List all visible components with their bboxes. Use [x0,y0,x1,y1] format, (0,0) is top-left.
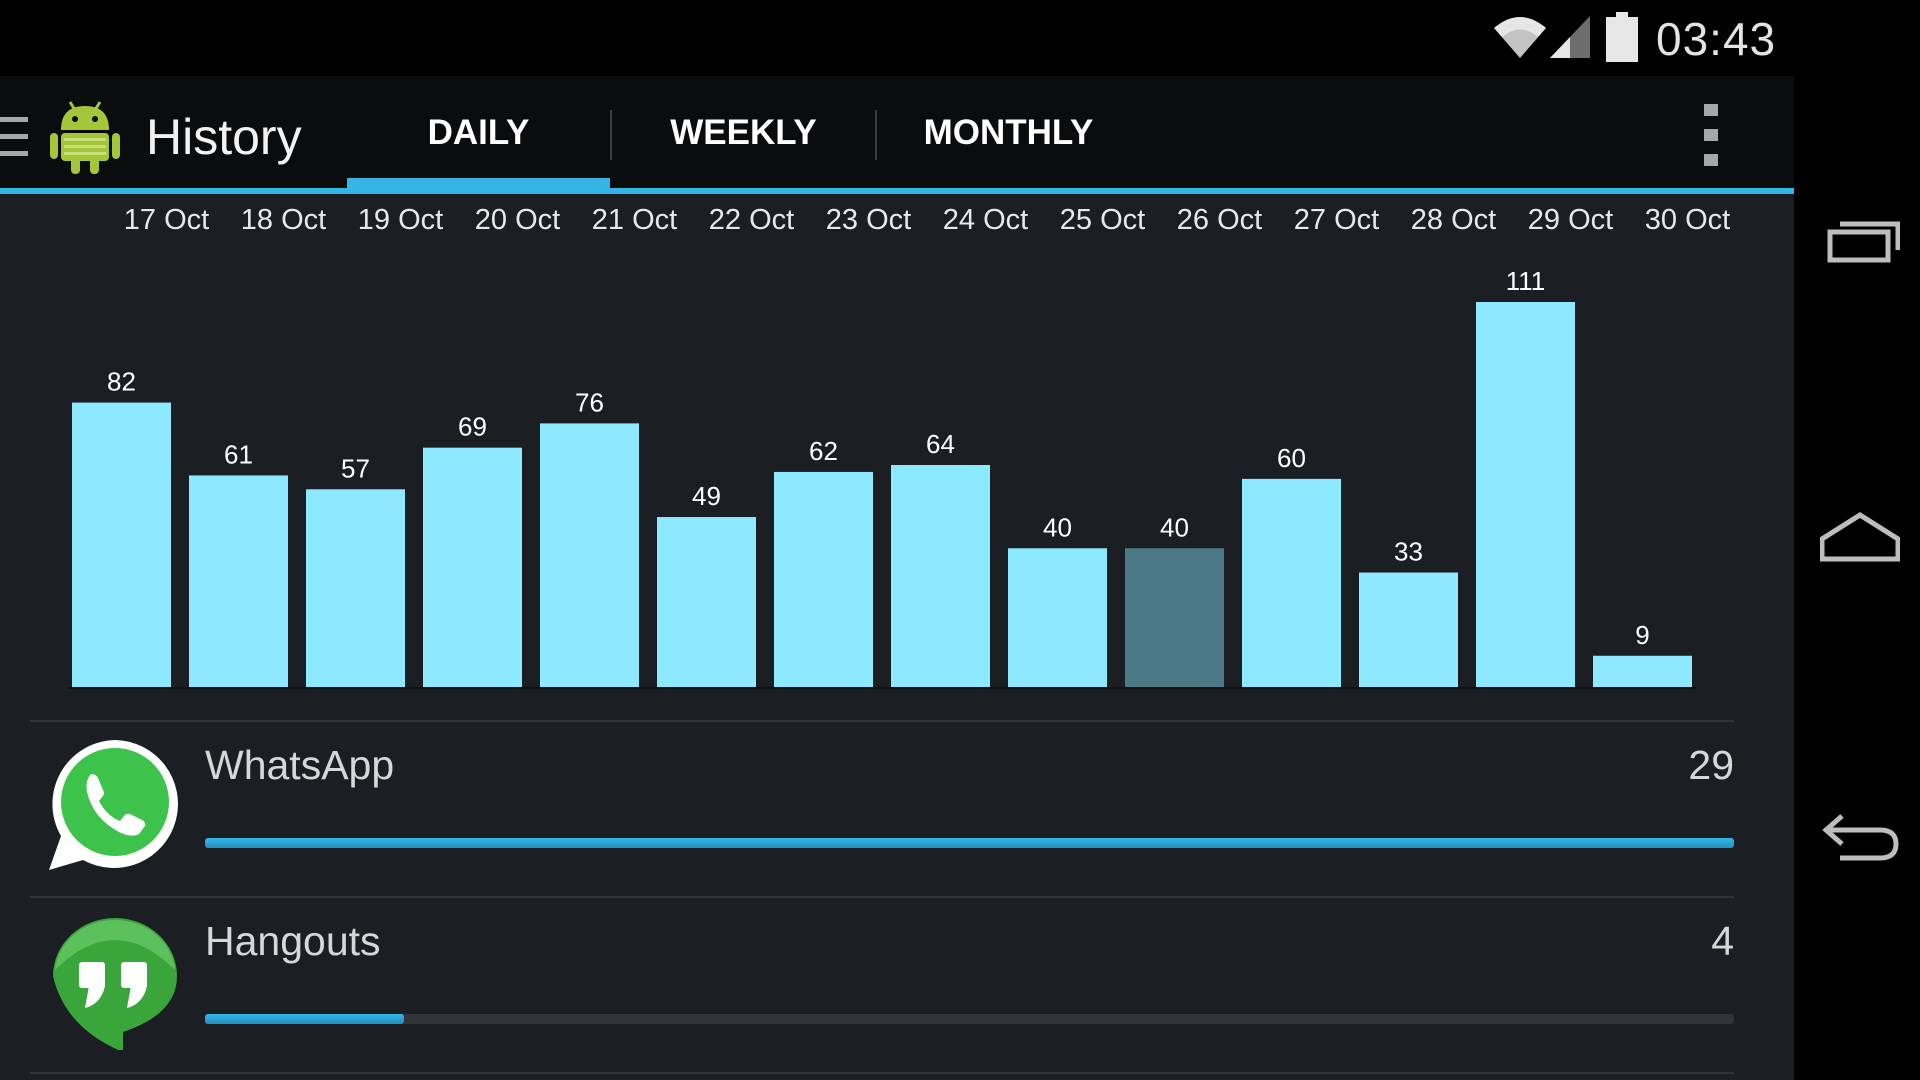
bar-value-label: 111 [1506,266,1546,296]
chart-bar[interactable] [891,465,990,687]
list-divider [30,1072,1734,1074]
app-window: 03:43 History DAILY WEEKLY MONTHLY 17 Oc… [0,0,1794,1080]
tab-weekly[interactable]: WEEKLY [612,78,875,188]
navigation-bar [1794,0,1920,1080]
chart-bar[interactable] [774,471,873,687]
whatsapp-icon [49,740,178,870]
chart-bar[interactable] [189,475,288,687]
bar-value-label: 33 [1394,537,1423,567]
bar-value-label: 49 [692,481,721,511]
bar-value-label: 40 [1043,512,1072,542]
action-bar-underline [0,188,1794,194]
status-bar: 03:43 [0,0,1794,76]
date-label: 21 Oct [592,204,677,236]
status-clock: 03:43 [1656,13,1777,65]
date-label: 27 Oct [1294,204,1379,236]
home-icon[interactable] [1820,505,1900,565]
app-name: WhatsApp [205,742,395,788]
daily-bar-chart: 17 Oct 18 Oct 19 Oct 20 Oct 21 Oct 22 Oct 23 O… [68,204,1730,689]
usage-progress-fill [205,1014,404,1024]
bar-value-label: 76 [575,387,604,417]
tab-monthly[interactable]: MONTHLY [877,78,1140,188]
bar-value-label: 60 [1277,443,1306,473]
tab-daily[interactable]: DAILY [347,78,610,188]
drawer-icon[interactable] [0,115,30,159]
date-label: 20 Oct [475,204,560,236]
date-label: 29 Oct [1528,204,1613,236]
chart-bar[interactable] [1008,548,1107,687]
bar-value-label: 40 [1160,512,1189,542]
bar-value-label: 69 [458,412,487,442]
chart-bar[interactable] [540,423,639,687]
app-count: 4 [1711,918,1734,964]
bar-value-label: 61 [224,439,253,469]
date-label: 24 Oct [943,204,1028,236]
bar-value-label: 62 [809,436,838,466]
usage-progress-track [205,838,1734,848]
screen: 03:43 History DAILY WEEKLY MONTHLY 17 Oc… [0,0,1920,1080]
chart-bar[interactable] [423,447,522,687]
list-item-hangouts[interactable]: Hangouts 4 [30,898,1734,1068]
page-title: History [146,109,302,165]
date-label: 25 Oct [1060,204,1145,236]
chart-bar[interactable] [72,402,171,687]
date-label: 19 Oct [358,204,443,236]
date-label: 18 Oct [241,204,326,236]
chart-bar[interactable] [1359,572,1458,687]
date-label: 17 Oct [124,204,209,236]
android-icon[interactable] [50,98,120,174]
wifi-icon [1494,17,1546,58]
back-icon[interactable] [1820,808,1900,868]
usage-progress-fill [205,838,1734,848]
bar-value-label: 64 [926,429,955,459]
bar-value-label: 57 [341,453,370,483]
chart-bar[interactable] [1476,302,1575,687]
overflow-menu-icon[interactable] [1696,102,1726,168]
chart-bar[interactable] [1125,548,1224,687]
date-label: 28 Oct [1411,204,1496,236]
chart-bar[interactable] [1593,655,1692,687]
signal-icon [1550,16,1590,58]
date-label: 26 Oct [1177,204,1262,236]
bar-value-label: 82 [107,367,136,397]
app-name: Hangouts [205,918,381,964]
chart-bar[interactable] [306,489,405,687]
date-label: 23 Oct [826,204,911,236]
date-label: 30 Oct [1645,204,1730,236]
list-item-whatsapp[interactable]: WhatsApp 29 [30,722,1734,892]
recents-icon[interactable] [1820,210,1900,270]
bar-value-label: 9 [1635,620,1649,650]
app-count: 29 [1688,742,1734,788]
chart-bar[interactable] [657,517,756,687]
usage-progress-track [205,1014,1734,1024]
date-label: 22 Oct [709,204,794,236]
chart-bar[interactable] [1242,478,1341,687]
hangouts-icon [53,918,177,1050]
battery-icon [1606,12,1638,62]
